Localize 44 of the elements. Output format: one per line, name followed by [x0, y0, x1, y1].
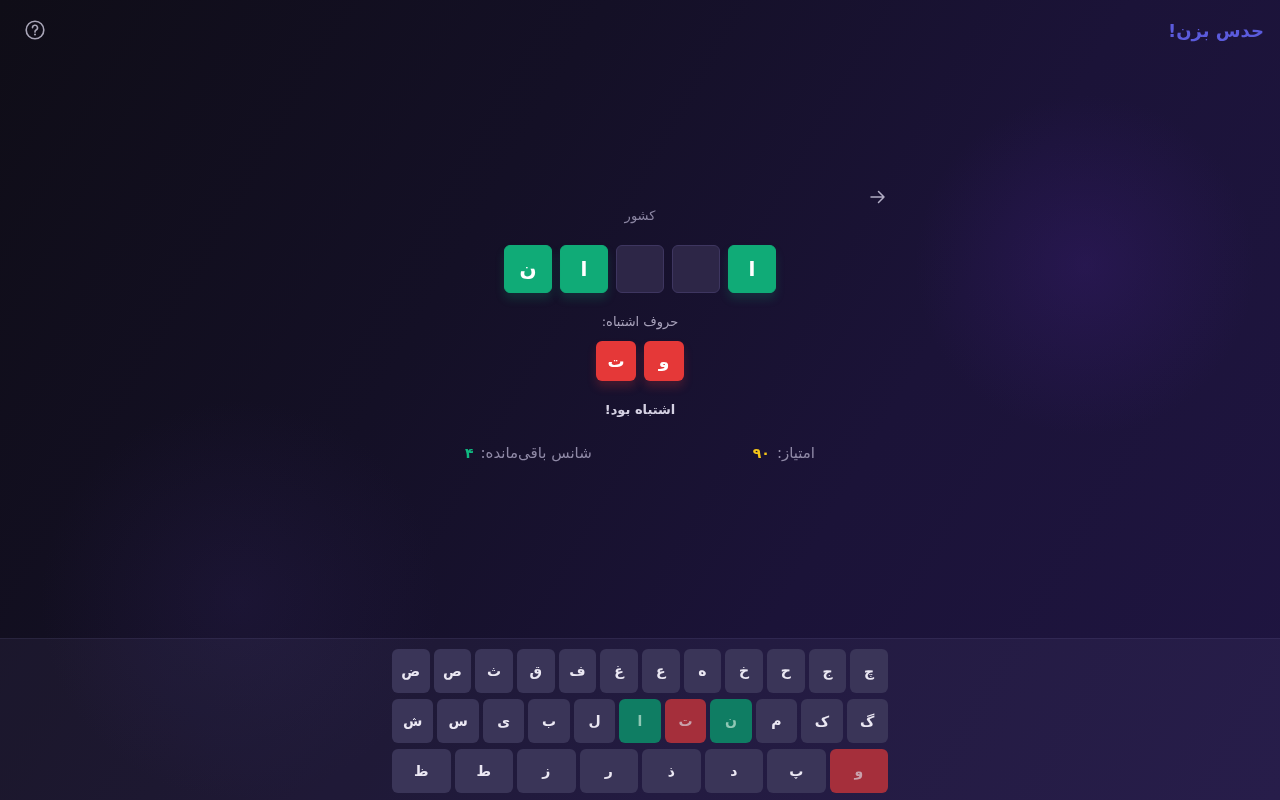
help-button[interactable]	[25, 20, 45, 40]
keyboard-key[interactable]: ل	[573, 699, 616, 743]
keyboard-key[interactable]: ه	[683, 649, 722, 693]
keyboard-key[interactable]: ف	[558, 649, 597, 693]
keyboard-key[interactable]: ط	[454, 749, 513, 793]
keyboard-key[interactable]: ز	[517, 749, 576, 793]
keyboard-key[interactable]: پ	[767, 749, 826, 793]
stat-value: ۴	[465, 444, 474, 463]
keyboard-key[interactable]: ق	[516, 649, 555, 693]
category-label: کشور	[624, 208, 656, 224]
stat-label: امتیاز:	[776, 443, 815, 463]
keyboard-key[interactable]: ذ	[642, 749, 701, 793]
keyboard-key[interactable]: ر	[579, 749, 638, 793]
wrong-letter-tile: ت	[596, 341, 636, 381]
keyboard-key[interactable]: گ	[846, 699, 888, 743]
keyboard-key[interactable]: ع	[641, 649, 680, 693]
keyboard-key[interactable]: غ	[600, 649, 638, 693]
keyboard-key[interactable]: س	[437, 699, 479, 743]
app-title: حدس بزن!	[1168, 19, 1264, 41]
keyboard-key[interactable]: ض	[391, 649, 430, 693]
keyboard-key[interactable]: ی	[482, 699, 525, 743]
keyboard-key[interactable]: م	[755, 699, 798, 743]
keyboard-key[interactable]: ک	[801, 699, 843, 743]
revealed-letter-tile: ن	[504, 245, 552, 293]
keyboard-key[interactable]: ظ	[392, 749, 451, 793]
stat-label: شانس باقی‌مانده:	[480, 443, 592, 463]
keyboard-key[interactable]: ش	[392, 699, 434, 743]
keyboard-key[interactable]: ص	[433, 649, 472, 693]
feedback-message: اشتباه بود!	[604, 401, 676, 419]
keyboard-key[interactable]: ب	[528, 699, 570, 743]
revealed-letter-tile: ا	[560, 245, 608, 293]
stat-value: ۹۰	[752, 444, 770, 463]
keyboard-key[interactable]: د	[704, 749, 763, 793]
keyboard-key[interactable]: ج	[808, 649, 847, 693]
wrong-letters-label: حروف اشتباه:	[601, 313, 679, 331]
keyboard-key[interactable]: چ	[850, 649, 888, 693]
keyboard-key[interactable]: ث	[475, 649, 513, 693]
revealed-letter-tile: ا	[728, 245, 776, 293]
back-button[interactable]	[870, 190, 886, 204]
wrong-letter-tile: و	[644, 341, 684, 381]
keyboard-key[interactable]: خ	[725, 649, 763, 693]
arrow-right-icon	[870, 190, 886, 204]
keyboard-key[interactable]: ح	[767, 649, 805, 693]
help-icon	[25, 20, 45, 40]
